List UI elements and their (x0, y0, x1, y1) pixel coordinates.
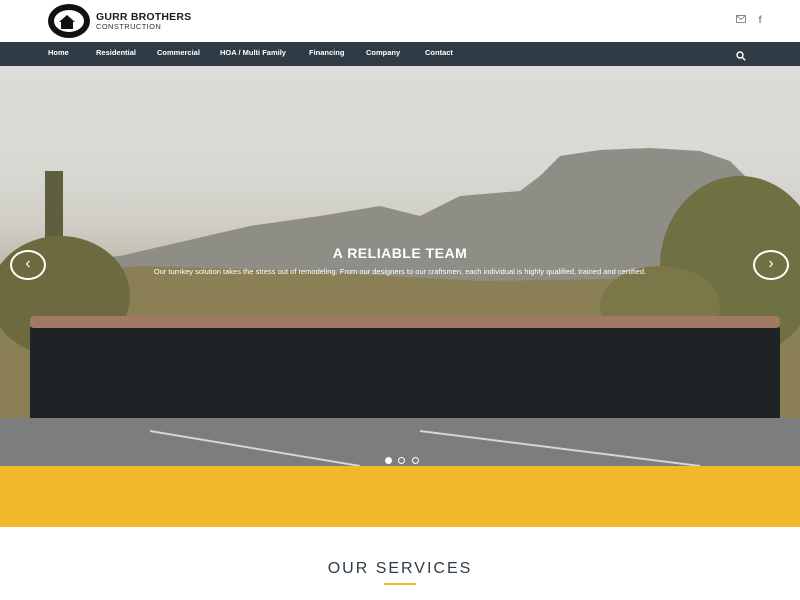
services-title: OUR SERVICES (327, 560, 473, 577)
company-logo[interactable] (48, 4, 90, 38)
nav-item-financing[interactable]: Financing (309, 42, 344, 66)
slide-dot-1[interactable] (385, 457, 392, 464)
hero-background-image (0, 148, 800, 466)
house-body-shape (61, 22, 73, 29)
house-icon (59, 15, 75, 22)
slider-pagination (385, 451, 421, 464)
mail-icon[interactable] (735, 15, 747, 27)
nav-item-home[interactable]: Home (48, 42, 69, 66)
main-nav: Home Residential Commercial HOA / Multi … (0, 42, 800, 66)
brand-subtitle: CONSTRUCTION (96, 22, 162, 31)
team-group-shape (30, 324, 780, 424)
chevron-right-icon[interactable]: › (753, 250, 789, 280)
hero-title: A RELIABLE TEAM (332, 245, 468, 261)
search-icon[interactable] (736, 48, 746, 61)
nav-item-company[interactable]: Company (366, 42, 400, 66)
slide-dot-3[interactable] (411, 457, 419, 464)
accent-band (0, 466, 800, 527)
nav-item-commercial[interactable]: Commercial (157, 42, 200, 66)
hero-subtitle: Our turnkey solution takes the stress ou… (153, 267, 647, 276)
section-divider (384, 583, 416, 585)
nav-item-contact[interactable]: Contact (425, 42, 453, 66)
chevron-left-icon[interactable]: ‹ (10, 250, 46, 280)
team-faces-shape (30, 316, 780, 328)
hero-slider: A RELIABLE TEAM Our turnkey solution tak… (0, 66, 800, 466)
nav-item-hoa-multi-family[interactable]: HOA / Multi Family (220, 42, 286, 66)
facebook-icon[interactable]: f (754, 15, 766, 27)
nav-item-residential[interactable]: Residential (96, 42, 136, 66)
site-header: GURR BROTHERS CONSTRUCTION f (0, 0, 800, 42)
